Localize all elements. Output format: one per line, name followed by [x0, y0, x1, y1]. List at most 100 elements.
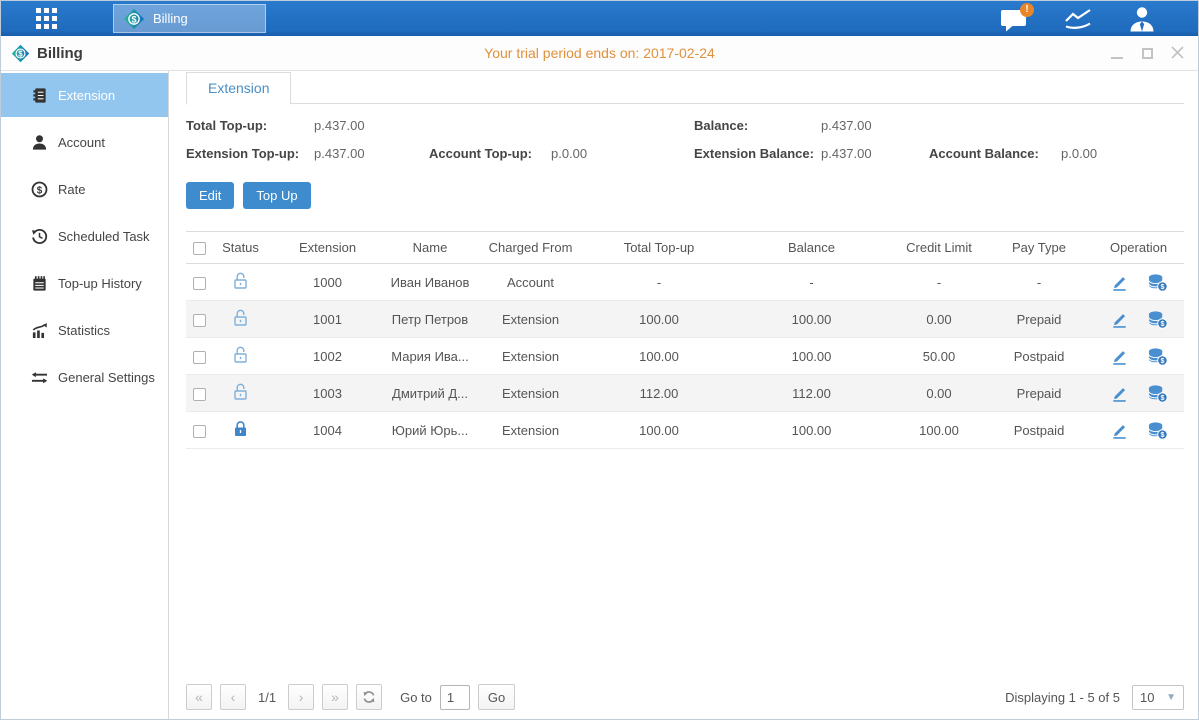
table-header-row: Status Extension Name Charged From Total…: [186, 232, 1184, 264]
col-pay-type: Pay Type: [985, 232, 1093, 264]
sidebar-item-statistics[interactable]: Statistics: [1, 308, 168, 352]
total-topup-label: Total Top-up:: [186, 118, 314, 133]
row-checkbox[interactable]: [193, 351, 206, 364]
status-cell: [213, 375, 268, 412]
sidebar-item-account[interactable]: Account: [1, 120, 168, 164]
table-row[interactable]: 1003 Дмитрий Д... Extension 112.00 112.0…: [186, 375, 1184, 412]
topup-row-icon[interactable]: $: [1147, 421, 1168, 440]
taskbar-tab-billing[interactable]: $ Billing: [113, 4, 266, 33]
pay-type-cell: -: [985, 264, 1093, 301]
notifications-icon[interactable]: !: [998, 5, 1030, 33]
row-checkbox[interactable]: [193, 388, 206, 401]
first-page-button[interactable]: «: [186, 684, 212, 710]
extension-cell: 1000: [268, 264, 387, 301]
lock-open-icon: [232, 345, 249, 364]
topup-button[interactable]: Top Up: [243, 182, 310, 209]
top-taskbar: $ Billing !: [1, 1, 1198, 36]
lock-open-icon: [232, 308, 249, 327]
row-checkbox[interactable]: [193, 314, 206, 327]
balance-cell: -: [730, 264, 893, 301]
window-titlebar: $ Billing Your trial period ends on: 201…: [1, 36, 1198, 71]
status-cell: [213, 264, 268, 301]
table-row[interactable]: 1001 Петр Петров Extension 100.00 100.00…: [186, 301, 1184, 338]
sidebar-item-extension[interactable]: Extension: [1, 73, 168, 117]
taskbar-tab-label: Billing: [153, 11, 188, 26]
name-cell: Петр Петров: [387, 301, 473, 338]
extension-topup-label: Extension Top-up:: [186, 146, 314, 161]
topup-row-icon[interactable]: $: [1147, 347, 1168, 366]
goto-label: Go to: [400, 690, 432, 705]
goto-page-input[interactable]: [440, 685, 470, 710]
edit-button[interactable]: Edit: [186, 182, 234, 209]
extension-balance-value: p.437.00: [821, 146, 929, 161]
user-account-icon[interactable]: [1126, 5, 1158, 33]
edit-row-icon[interactable]: [1110, 273, 1129, 292]
total-topup-cell: 100.00: [588, 301, 730, 338]
sidebar-item-label: Statistics: [58, 323, 110, 338]
edit-row-icon[interactable]: [1110, 384, 1129, 403]
balance-cell: 100.00: [730, 301, 893, 338]
pay-type-cell: Postpaid: [985, 338, 1093, 375]
table-row[interactable]: 1000 Иван Иванов Account - - - -: [186, 264, 1184, 301]
displaying-text: Displaying 1 - 5 of 5: [1005, 690, 1120, 705]
topup-row-icon[interactable]: $: [1147, 384, 1168, 403]
go-button[interactable]: Go: [478, 684, 515, 710]
sidebar-item-general-settings[interactable]: General Settings: [1, 355, 168, 399]
page-size-value: 10: [1140, 690, 1154, 705]
close-button[interactable]: [1170, 47, 1184, 59]
topup-row-icon[interactable]: $: [1147, 310, 1168, 329]
row-checkbox[interactable]: [193, 425, 206, 438]
total-topup-cell: 112.00: [588, 375, 730, 412]
select-all-checkbox[interactable]: [193, 242, 206, 255]
table-row[interactable]: 1004 Юрий Юрь... Extension 100.00 100.00…: [186, 412, 1184, 449]
table-row[interactable]: 1002 Мария Ива... Extension 100.00 100.0…: [186, 338, 1184, 375]
refresh-icon: [362, 690, 376, 704]
row-checkbox[interactable]: [193, 277, 206, 290]
charged-from-cell: Extension: [473, 412, 588, 449]
topup-row-icon[interactable]: $: [1147, 273, 1168, 292]
name-cell: Мария Ива...: [387, 338, 473, 375]
page-size-select[interactable]: 10 ▼: [1132, 685, 1184, 710]
sidebar-item-scheduled-task[interactable]: Scheduled Task: [1, 214, 168, 258]
col-operation: Operation: [1093, 232, 1184, 264]
svg-text:$: $: [131, 14, 136, 24]
edit-row-icon[interactable]: [1110, 310, 1129, 329]
col-extension: Extension: [268, 232, 387, 264]
sidebar-nav: Extension Account $ Rate: [1, 71, 169, 720]
sidebar-item-topup-history[interactable]: Top-up History: [1, 261, 168, 305]
svg-text:$: $: [1160, 320, 1164, 328]
charged-from-cell: Extension: [473, 301, 588, 338]
credit-limit-cell: 0.00: [893, 301, 985, 338]
col-status: Status: [213, 232, 268, 264]
col-name: Name: [387, 232, 473, 264]
extension-cell: 1002: [268, 338, 387, 375]
svg-text:$: $: [1160, 394, 1164, 402]
extension-cell: 1003: [268, 375, 387, 412]
tab-extension[interactable]: Extension: [186, 72, 291, 105]
svg-text:$: $: [1160, 357, 1164, 365]
minimize-button[interactable]: [1110, 47, 1124, 59]
edit-row-icon[interactable]: [1110, 421, 1129, 440]
balance-label: Balance:: [694, 118, 821, 133]
last-page-button[interactable]: »: [322, 684, 348, 710]
sidebar-item-label: Scheduled Task: [58, 229, 150, 244]
total-topup-cell: 100.00: [588, 412, 730, 449]
app-launcher-icon[interactable]: [36, 8, 58, 30]
sliders-icon: [31, 369, 48, 386]
total-topup-cell: -: [588, 264, 730, 301]
maximize-button[interactable]: [1140, 47, 1154, 59]
trial-notice: Your trial period ends on: 2017-02-24: [1, 45, 1198, 61]
billing-diamond-icon: $: [123, 8, 145, 30]
next-page-button[interactable]: ›: [288, 684, 314, 710]
page-indicator: 1/1: [258, 690, 276, 705]
sidebar-item-rate[interactable]: $ Rate: [1, 167, 168, 211]
tab-strip: Extension: [186, 71, 1184, 104]
resource-monitor-icon[interactable]: [1062, 5, 1094, 33]
edit-row-icon[interactable]: [1110, 347, 1129, 366]
prev-page-button[interactable]: ‹: [220, 684, 246, 710]
total-topup-value: p.437.00: [314, 118, 429, 133]
lock-open-icon: [232, 382, 249, 401]
status-cell: [213, 412, 268, 449]
pay-type-cell: Prepaid: [985, 375, 1093, 412]
refresh-button[interactable]: [356, 684, 382, 710]
